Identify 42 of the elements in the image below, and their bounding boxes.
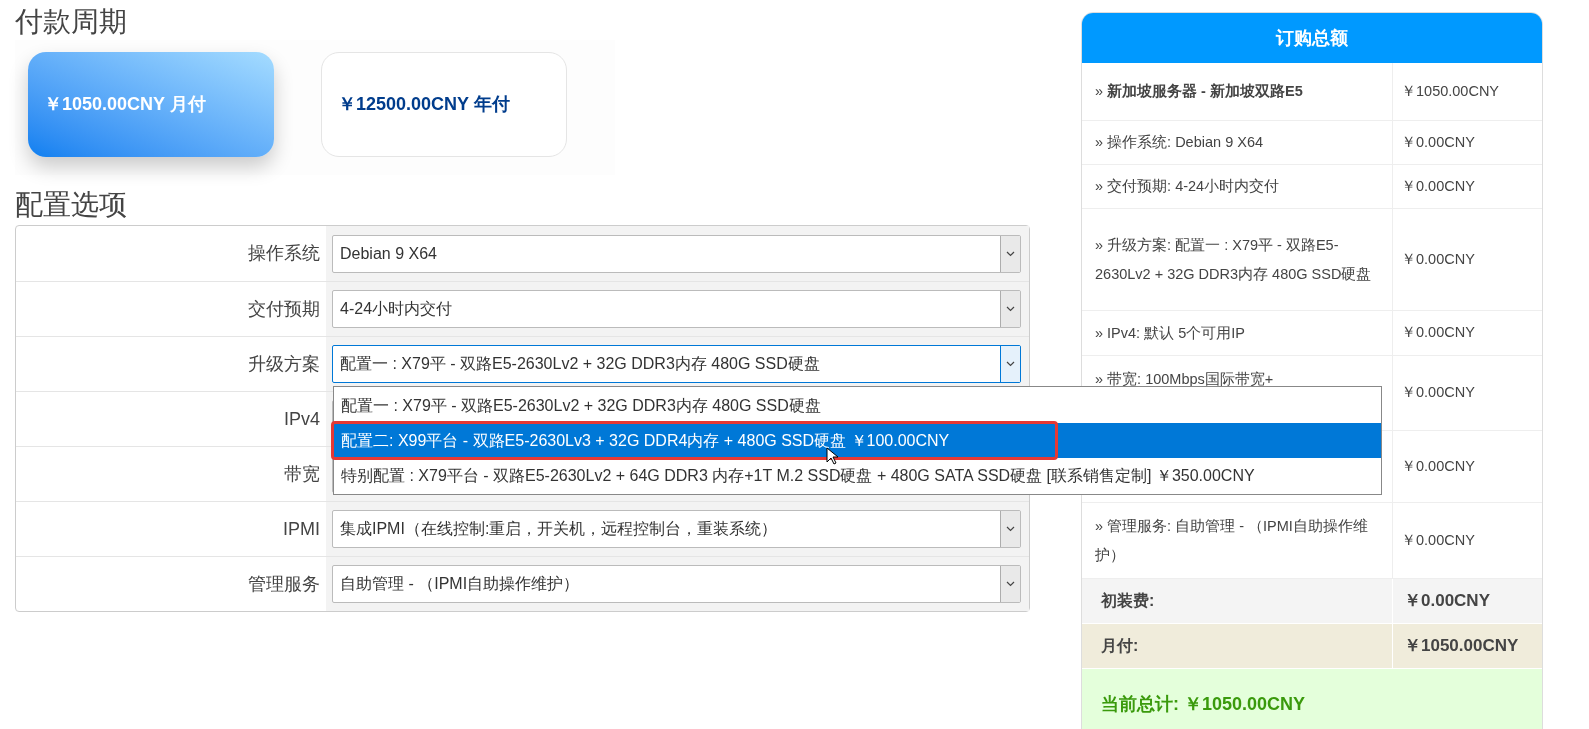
summary-price: ￥0.00CNY — [1401, 383, 1475, 403]
select-field[interactable]: Debian 9 X64 — [332, 234, 1021, 273]
grand-total-bar: 当前总计: ￥1050.00CNY — [1082, 669, 1542, 729]
select-value: 4-24小时内交付 — [339, 299, 454, 319]
panel-header: 订购总额 — [1082, 13, 1542, 63]
select-value: 自助管理 - （IPMI自助操作维护） — [339, 574, 581, 594]
dropdown-option[interactable]: 特别配置 : X79平台 - 双路E5-2630Lv2 + 64G DDR3 内存+1T M.2 SSD硬盘 + 480G SATA SSD硬盘 [联系销售定制] ￥350.00CNY — [334, 458, 1381, 493]
section-title: 付款周期 — [15, 5, 127, 39]
summary-item: » 升级方案: 配置一 : X79平 - 双路E5-2630Lv2 + 32G DDR3内存 480G SSD硬盘 — [1095, 235, 1373, 284]
select-field[interactable]: 4-24小时内交付 — [332, 290, 1021, 328]
field-label: 操作系统 — [247, 242, 321, 265]
summary-price: ￥0.00CNY — [1401, 323, 1475, 343]
summary-price: ￥0.00CNY — [1401, 132, 1475, 152]
field-label: 带宽 — [283, 462, 321, 486]
select-value: Debian 9 X64 — [339, 243, 438, 264]
total-value: ￥0.00CNY — [1392, 579, 1542, 623]
summary-item: » 操作系统: Debian 9 X64 — [1095, 133, 1264, 152]
section-title: 配置选项 — [15, 188, 127, 222]
select-field[interactable]: 集成IPMI（在线控制:重启，开关机，远程控制台，重装系统） — [332, 510, 1021, 548]
summary-price: ￥0.00CNY — [1401, 530, 1475, 550]
select-value: 集成IPMI（在线控制:重启，开关机，远程控制台，重装系统） — [339, 519, 779, 539]
summary-item: » 新加坡服务器 - 新加坡双路E5 — [1095, 82, 1303, 101]
total-label: 初装费: — [1100, 591, 1156, 611]
field-label: 升级方案 — [247, 352, 321, 376]
dropdown-option[interactable]: 配置一 : X79平 - 双路E5-2630Lv2 + 32G DDR3内存 480G SSD硬盘 — [334, 388, 1381, 423]
summary-price: ￥0.00CNY — [1401, 249, 1475, 269]
summary-price: ￥0.00CNY — [1401, 456, 1475, 476]
select-value: 配置一 : X79平 - 双路E5-2630Lv2 + 32G DDR3内存 480G SSD硬盘 — [339, 354, 821, 374]
field-label: IPv4 — [282, 407, 321, 431]
summary-price: ￥1050.00CNY — [1401, 81, 1500, 101]
field-label: 交付预期 — [247, 297, 321, 321]
summary-item: » 交付预期: 4-24小时内交付 — [1095, 177, 1280, 196]
summary-price: ￥0.00CNY — [1401, 176, 1475, 196]
billing-cycle-card[interactable]: ￥12500.00CNY 年付 — [321, 52, 567, 157]
summary-item: » 管理服务: 自助管理 - （IPMI自助操作维护） — [1095, 516, 1369, 565]
summary-item: » 带宽: 100Mbps国际带宽+ — [1095, 370, 1274, 389]
summary-item: » IPv4: 默认 5个可用IP — [1095, 323, 1245, 343]
field-label: 管理服务 — [247, 572, 321, 596]
total-value: ￥1050.00CNY — [1392, 624, 1542, 668]
total-label: 月付: — [1100, 636, 1140, 656]
field-label: IPMI — [282, 517, 321, 541]
select-field[interactable]: 自助管理 - （IPMI自助操作维护） — [332, 565, 1021, 603]
